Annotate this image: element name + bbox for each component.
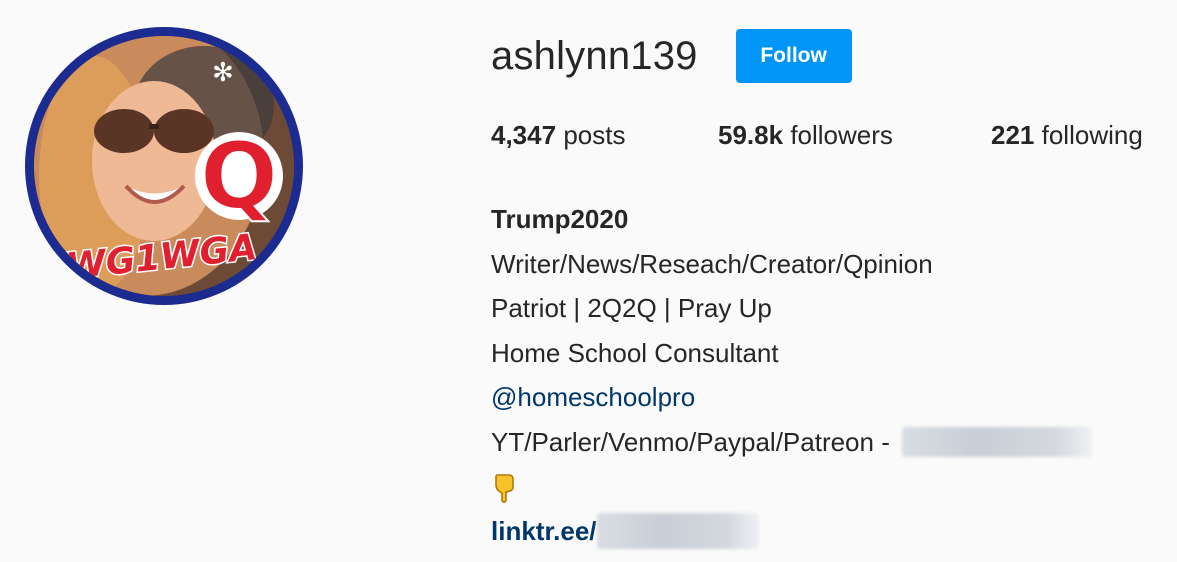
followers-number: 59.8k (718, 120, 784, 150)
posts-label: posts (563, 120, 626, 150)
profile-avatar[interactable]: ✻ Q WWG1WGA (25, 27, 303, 305)
username: ashlynn139 (491, 33, 698, 78)
bio-line: Patriot | 2Q2Q | Pray Up (491, 293, 772, 323)
banner-text: WWG1WGA (34, 227, 259, 292)
following-number: 221 (991, 120, 1035, 150)
pointing-down-emoji-line (491, 464, 1092, 509)
followers-link[interactable]: 59.8k followers (718, 120, 991, 151)
wwg1wga-banner: WWG1WGA (34, 226, 260, 294)
followers-label: followers (790, 120, 893, 150)
pointing-down-icon (495, 474, 514, 503)
posts-count: 4,347 posts (491, 120, 718, 151)
bio-line: Writer/News/Reseach/Creator/Qpinion (491, 248, 933, 279)
bio-line: YT/Parler/Venmo/Paypal/Patreon - (491, 426, 890, 457)
posts-number: 4,347 (491, 120, 557, 150)
redacted-text (901, 426, 1092, 457)
bio-line-with-redaction: YT/Parler/Venmo/Paypal/Patreon - (491, 420, 1092, 465)
following-link[interactable]: 221 following (991, 120, 1143, 151)
profile-bio: Trump2020 Writer/News/Reseach/Creator/Qp… (491, 197, 1092, 553)
bio-mention-link[interactable]: @homeschoolpro (491, 382, 695, 412)
bio-external-link[interactable]: linktr.ee/ (491, 509, 1092, 554)
avatar-photo: ✻ Q WWG1WGA (34, 36, 294, 296)
follow-button[interactable]: Follow (735, 29, 852, 83)
external-link-text[interactable]: linktr.ee/ (491, 516, 597, 546)
profile-stats: 4,347 posts 59.8k followers 221 followin… (491, 120, 1143, 151)
profile-full-name: Trump2020 (491, 204, 629, 234)
following-label: following (1041, 120, 1143, 150)
bio-line: Home School Consultant (491, 337, 779, 368)
profile-header: ashlynn139 Follow (491, 28, 852, 84)
redacted-link-path (596, 512, 759, 549)
